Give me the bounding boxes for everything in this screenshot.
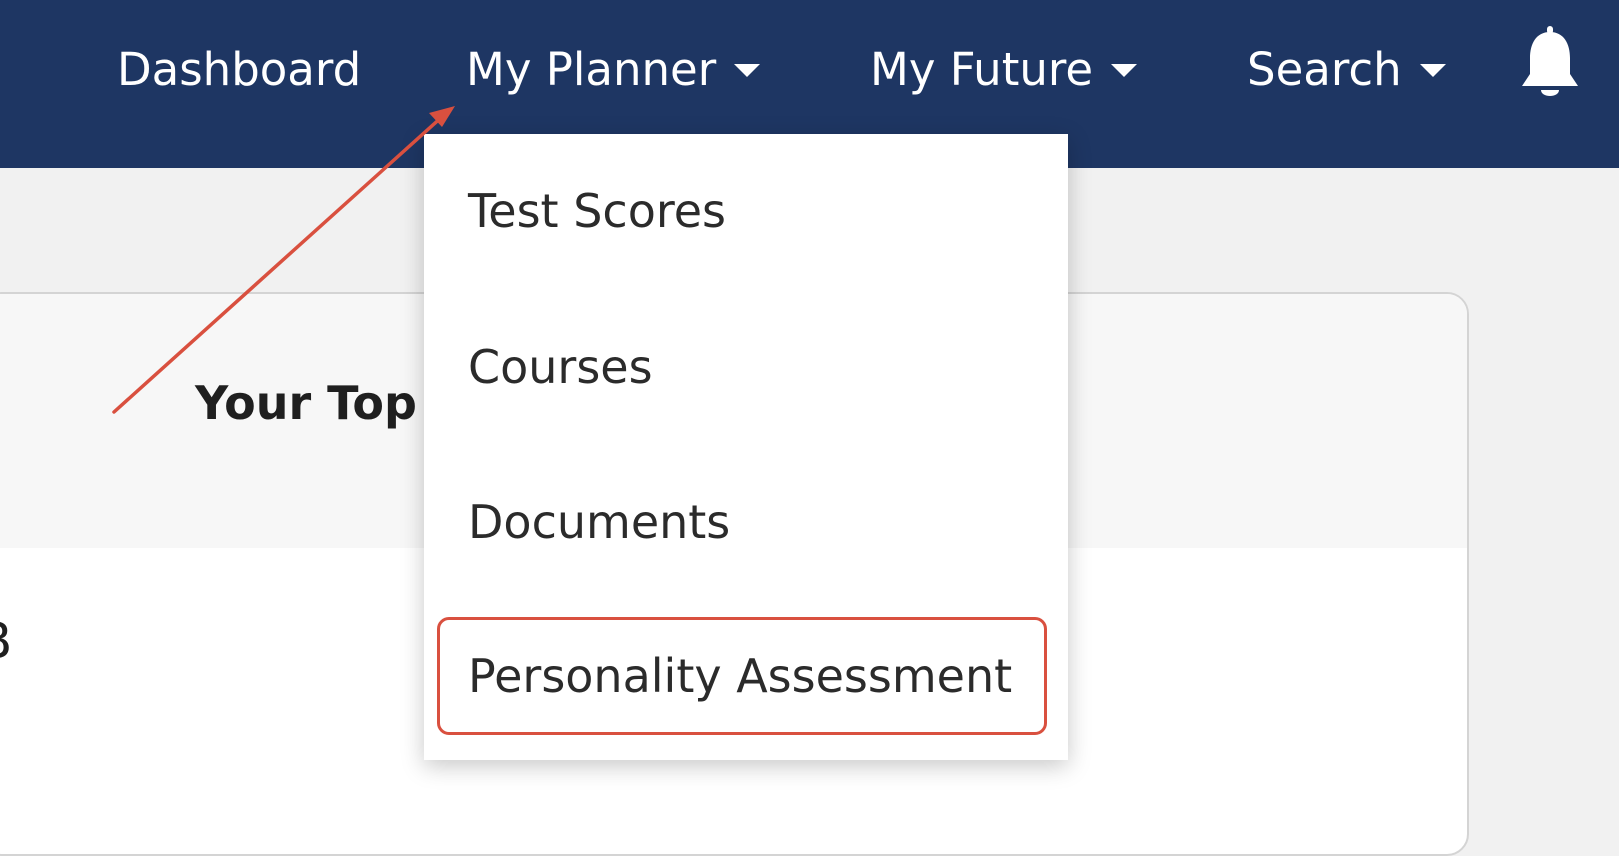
card-title: Your Top: [195, 376, 417, 430]
nav-my-planner[interactable]: My Planner: [466, 40, 761, 100]
nav-my-future[interactable]: My Future: [870, 40, 1138, 100]
caret-down-icon: [1111, 63, 1138, 77]
caret-down-icon: [734, 63, 761, 77]
caret-down-icon: [1419, 63, 1446, 77]
menu-item-test-scores[interactable]: Test Scores: [468, 176, 726, 246]
nav-dashboard-label: Dashboard: [117, 43, 362, 96]
nav-dashboard[interactable]: Dashboard: [117, 40, 361, 100]
bell-icon[interactable]: [1518, 24, 1582, 104]
nav-search-label: Search: [1247, 43, 1402, 96]
nav-my-future-label: My Future: [870, 43, 1094, 96]
my-planner-dropdown: Test Scores Courses Documents Personalit…: [424, 134, 1068, 760]
menu-item-personality-assessment[interactable]: Personality Assessment: [468, 641, 1012, 711]
menu-item-courses[interactable]: Courses: [468, 332, 653, 402]
nav-search[interactable]: Search: [1247, 40, 1446, 100]
menu-item-documents[interactable]: Documents: [468, 487, 730, 557]
nav-my-planner-label: My Planner: [466, 43, 717, 96]
card-body-text: B: [0, 612, 12, 670]
